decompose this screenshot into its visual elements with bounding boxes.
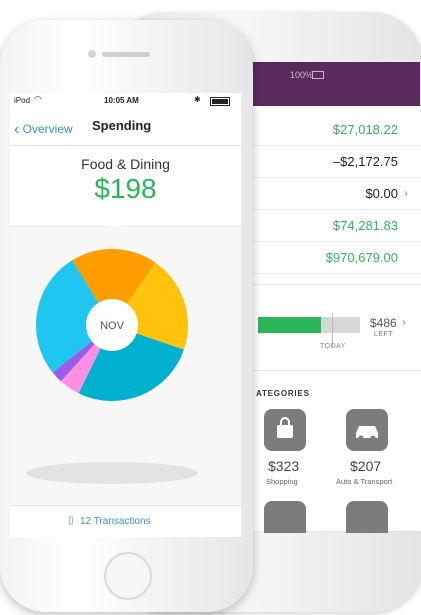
account-row[interactable]: –$2,172.75 [250,146,421,178]
chevron-right-icon: › [404,186,408,200]
chart-area: NOV [10,227,241,505]
shopping-bag-icon[interactable] [264,409,306,451]
spending-donut-chart[interactable]: NOV [10,227,241,505]
account-row[interactable]: $74,281.83 [250,210,421,242]
account-balance: $74,281.83 [332,218,398,233]
wifi-icon: ◠ [34,94,42,104]
account-row[interactable]: $0.00 › [250,178,421,210]
speaker-grille [102,52,150,57]
budget-left-amount: $486 [370,316,397,330]
overview-panel: $27,018.22 –$2,172.75 $0.00 › $74,281.83 $970… [250,106,421,533]
donut-center-label: NOV [100,320,125,332]
back-label: Overview [22,122,73,136]
back-status-bar: 100% [250,62,420,106]
account-balance: $970,679.00 [325,250,398,265]
divider [250,370,421,371]
navigation-bar: ‹ Overview Spending [10,109,241,146]
home-button[interactable] [104,552,152,600]
today-label: TODAY [320,343,346,350]
camera-icon [88,50,96,58]
status-bar: iPod ◠ 10:05 AM ✱ [10,93,241,109]
account-row[interactable]: $27,018.22 [250,114,421,146]
account-row[interactable]: $970,679.00 [250,242,421,274]
printer-icon[interactable] [264,501,306,533]
category-header: Food & Dining $198 [10,146,241,227]
budget-bar-fill [258,317,322,333]
category-name: Food & Dining [81,156,170,172]
carrier-label: iPod [14,96,31,105]
category-amount: $207 [350,458,382,474]
stroller-icon[interactable] [346,501,388,533]
battery-percentage: 100% [290,70,314,80]
categories-title: ATEGORIES [256,389,310,398]
battery-icon [210,97,230,106]
back-button[interactable]: ‹ Overview [14,120,73,138]
battery-icon [312,71,324,79]
category-label: Shopping [266,477,298,486]
account-balance: –$2,172.75 [332,154,398,169]
category-amount: $323 [268,458,300,474]
bluetooth-icon: ✱ [194,95,201,104]
document-icon: ▯ [68,515,74,526]
account-balance: $27,018.22 [332,122,398,137]
today-marker [332,313,333,347]
category-amount: $198 [94,173,157,204]
chevron-right-icon[interactable]: › [402,315,406,329]
transactions-footer[interactable]: ▯ 12 Transactions [10,505,241,537]
category-label: Auto & Transport [336,477,393,486]
phone-screen: iPod ◠ 10:05 AM ✱ ‹ Overview Spending Fo… [10,93,241,537]
clock: 10:05 AM [104,96,139,105]
page-title: Spending [92,118,152,133]
chevron-left-icon: ‹ [14,121,20,138]
car-icon[interactable] [346,409,388,451]
budget-left-label: LEFT [374,331,394,338]
account-balance: $0.00 [365,186,398,201]
transactions-link[interactable]: 12 Transactions [80,516,151,527]
